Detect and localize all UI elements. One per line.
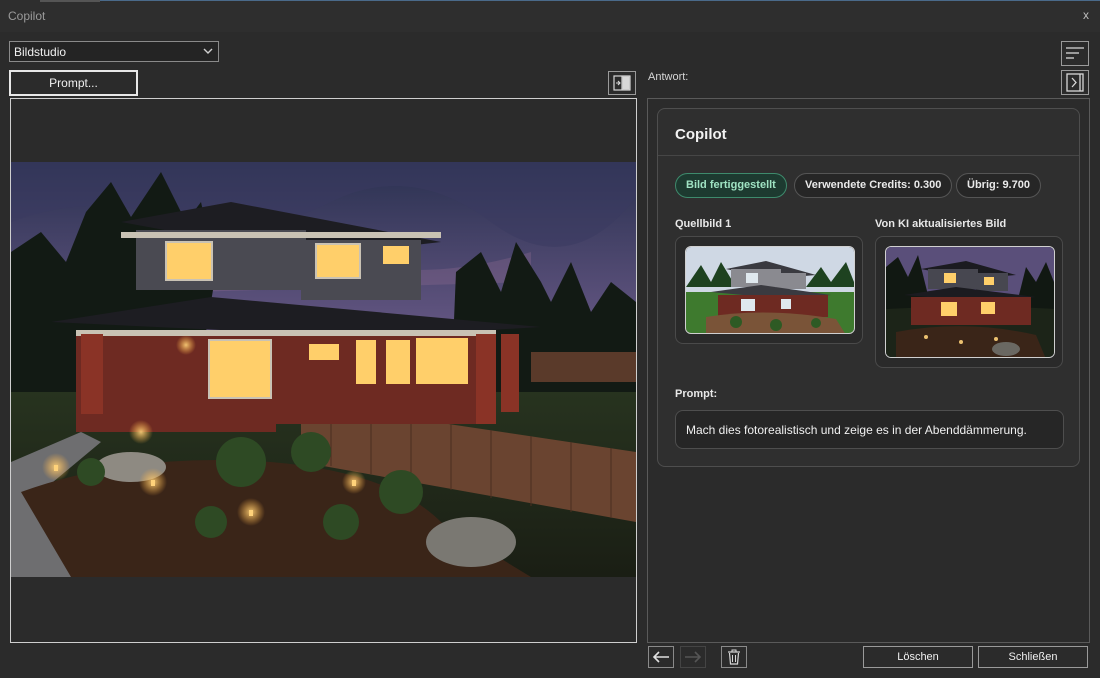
delete-button[interactable]: Löschen <box>863 646 973 668</box>
mode-select-value: Bildstudio <box>14 45 67 59</box>
swap-panels-button[interactable] <box>608 71 636 95</box>
window-title: Copilot <box>8 9 46 23</box>
image-preview-frame <box>10 98 637 643</box>
updated-image-label: Von KI aktualisiertes Bild <box>875 218 1007 230</box>
chevron-down-icon <box>203 48 213 54</box>
prompt-text-box: Mach dies fotorealistisch und zeige es i… <box>675 410 1064 449</box>
trash-icon <box>728 649 740 665</box>
back-button[interactable] <box>648 646 674 668</box>
source-image-box <box>675 236 863 344</box>
updated-image-box <box>875 236 1063 368</box>
title-accent-line <box>40 0 100 2</box>
prompt-button[interactable]: Prompt... <box>9 70 138 96</box>
trash-button[interactable] <box>721 646 747 668</box>
arrow-left-icon <box>652 651 669 663</box>
source-image-label: Quellbild 1 <box>675 218 732 230</box>
mode-select[interactable]: Bildstudio <box>9 41 219 62</box>
updated-image-thumbnail[interactable] <box>885 246 1055 358</box>
arrow-right-icon <box>685 651 702 663</box>
card-title: Copilot <box>675 126 727 143</box>
credits-badge: Verwendete Credits: 0.300 <box>794 173 953 198</box>
sort-button[interactable] <box>1061 41 1089 66</box>
title-bar: Copilot x <box>0 0 1100 32</box>
close-button[interactable]: Schließen <box>978 646 1088 668</box>
remaining-badge: Übrig: 9.700 <box>956 173 1041 198</box>
collapse-panel-icon <box>1066 73 1084 92</box>
copilot-response-card: Copilot Bild fertiggestellt Verwendete C… <box>657 108 1080 467</box>
collapse-panel-button[interactable] <box>1061 70 1089 95</box>
forward-button[interactable] <box>680 646 706 668</box>
title-accent-line-blue <box>100 0 1100 1</box>
swap-panels-icon <box>613 75 631 91</box>
close-icon[interactable]: x <box>1080 9 1092 21</box>
house-render-image <box>11 162 636 577</box>
status-badge: Bild fertiggestellt <box>675 173 787 198</box>
card-divider <box>658 155 1079 156</box>
sort-lines-icon <box>1066 47 1084 59</box>
source-image-thumbnail[interactable] <box>685 246 855 334</box>
prompt-label: Prompt: <box>675 388 718 400</box>
answer-label: Antwort: <box>648 71 689 83</box>
